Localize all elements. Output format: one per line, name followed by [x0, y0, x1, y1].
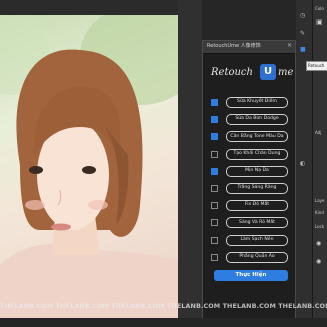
- option-button[interactable]: Phẳng Quần Áo: [226, 251, 288, 263]
- layers-dock: Colo ▣ Adj Laye Kind Lock ◉ ◉: [312, 0, 327, 327]
- option-row: Phẳng Quần Áo: [211, 251, 291, 264]
- option-checkbox[interactable]: [211, 133, 218, 141]
- option-row: Mịn Nạ Da: [211, 165, 291, 178]
- document-tab-bar: [0, 0, 178, 15]
- option-row: Sáng Và Rõ Mắt: [211, 217, 291, 229]
- history-icon[interactable]: ◷: [300, 12, 307, 19]
- option-button[interactable]: Fix Đỏ Mắt: [226, 200, 288, 212]
- option-row: Tạo Khối Chân Dung: [211, 148, 291, 161]
- option-row: Làm Sạch Nền: [211, 234, 291, 247]
- canvas-photo[interactable]: [0, 15, 178, 327]
- option-button[interactable]: Mịn Nạ Da: [226, 165, 288, 177]
- run-button[interactable]: Thực Hiện: [214, 270, 288, 281]
- plugin-icon[interactable]: ■: [300, 46, 307, 53]
- logo-prefix: Retouch: [211, 67, 253, 78]
- option-row: Trắng Sáng Răng: [211, 183, 291, 195]
- color-swatch-icon[interactable]: ▣: [316, 18, 323, 26]
- option-checkbox[interactable]: [211, 253, 218, 261]
- option-checkbox[interactable]: [211, 99, 218, 106]
- option-button[interactable]: Sáng Và Rõ Mắt: [226, 217, 288, 229]
- portrait-image: [0, 15, 178, 327]
- color-panel-label: Colo: [315, 6, 324, 11]
- option-row: Cân Bằng Tone Màu Da: [211, 131, 291, 143]
- close-icon[interactable]: ×: [287, 42, 292, 49]
- option-checkbox[interactable]: [211, 167, 218, 175]
- option-button[interactable]: Sửa Da Bừn Dodge: [226, 114, 288, 126]
- option-checkbox[interactable]: [211, 219, 218, 227]
- option-button[interactable]: Sửa Khuyết Điểm: [226, 97, 288, 108]
- layers-label: Laye: [315, 198, 325, 203]
- tooltip: Retouch: [306, 61, 327, 71]
- logo-suffix: me: [278, 67, 294, 78]
- option-button[interactable]: Làm Sạch Nền: [226, 234, 288, 246]
- option-button[interactable]: Cân Bằng Tone Màu Da: [226, 131, 288, 143]
- option-checkbox[interactable]: [211, 236, 218, 244]
- retouchume-logo: Retouch U me: [211, 63, 294, 85]
- adjustments-label: Adj: [315, 130, 322, 135]
- canvas-gutter: [178, 0, 202, 327]
- adjust-icon[interactable]: ◐: [300, 160, 307, 167]
- logo-mark: U: [260, 64, 276, 80]
- panel-titlebar[interactable]: RetouchUme 人像修饰 ×: [203, 41, 295, 54]
- option-checkbox[interactable]: [211, 185, 218, 192]
- option-row: Sửa Khuyết Điểm: [211, 97, 291, 109]
- lock-label: Lock: [315, 224, 325, 229]
- option-button[interactable]: Tạo Khối Chân Dung: [226, 148, 288, 160]
- option-row: Fix Đỏ Mắt: [211, 200, 291, 212]
- option-checkbox[interactable]: [211, 150, 218, 158]
- kind-label: Kind: [315, 210, 324, 215]
- status-bar: [0, 318, 327, 327]
- retouch-panel: RetouchUme 人像修饰 × Retouch U me Sửa Khuyế…: [202, 40, 296, 320]
- option-button[interactable]: Trắng Sáng Răng: [226, 183, 288, 194]
- option-checkbox[interactable]: [211, 202, 218, 210]
- option-row: Sửa Da Bừn Dodge: [211, 114, 291, 126]
- panel-title: RetouchUme 人像修饰: [207, 43, 261, 49]
- eye-icon[interactable]: ◉: [316, 240, 321, 247]
- brush-icon[interactable]: ✎: [300, 30, 307, 37]
- eye-icon-2[interactable]: ◉: [316, 258, 321, 265]
- watermark-text: THELANB.COM THELANB.COM THELANB.COM THEL…: [0, 302, 327, 310]
- option-checkbox[interactable]: [211, 116, 218, 124]
